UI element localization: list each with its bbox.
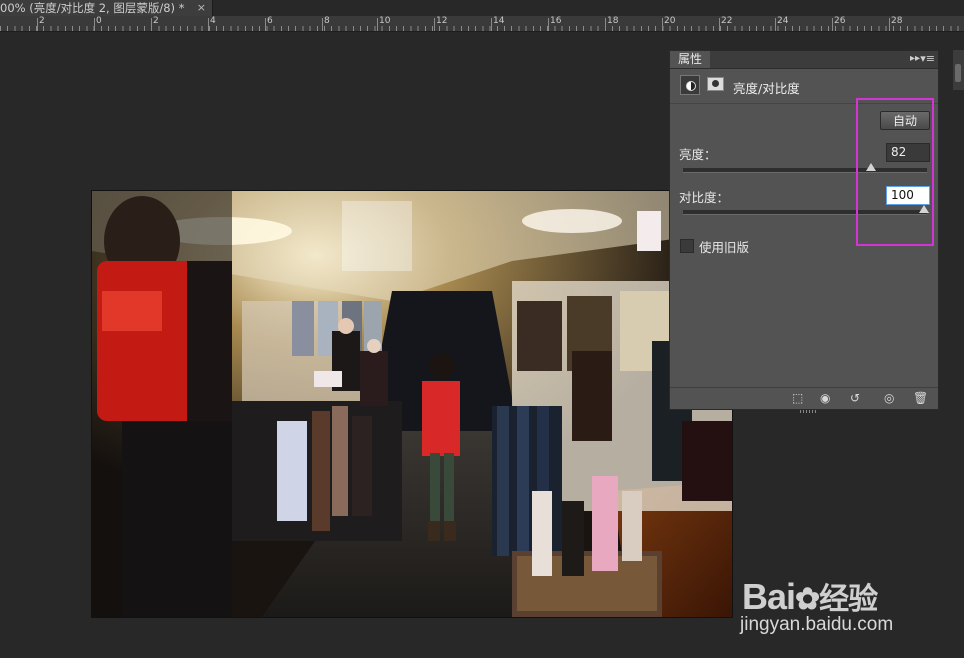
- ruler-major-tick: [832, 18, 833, 31]
- adjustment-title: 亮度/对比度: [733, 81, 800, 96]
- ruler-major-tick: [434, 18, 435, 31]
- ruler-major-tick: [719, 18, 720, 31]
- ruler-major-tick: [548, 18, 549, 31]
- panel-menu-icon[interactable]: ▾≡: [920, 52, 935, 65]
- paw-icon: ✿: [795, 583, 820, 616]
- properties-panel: 属性 ▸▸ ▾≡ 亮度/对比度 自动 亮度： 82 对比度： 100 使用旧版 …: [669, 50, 939, 413]
- ruler-major-tick: [322, 18, 323, 31]
- reset-icon[interactable]: ↺: [850, 391, 860, 405]
- tab-properties[interactable]: 属性: [670, 51, 711, 68]
- ruler-major-tick: [889, 18, 890, 31]
- annotation-highlight-box: [856, 98, 934, 246]
- ruler-ticks: [0, 26, 964, 31]
- visibility-eye-icon[interactable]: ◎: [884, 391, 894, 405]
- collapse-panel-icon[interactable]: ▸▸: [910, 53, 920, 64]
- panel-dock-scrollbar[interactable]: [953, 50, 964, 90]
- baidu-watermark-logo: Bai✿经验: [742, 574, 878, 618]
- use-legacy-label: 使用旧版: [699, 240, 750, 255]
- use-legacy-checkbox[interactable]: [680, 239, 694, 253]
- document-tab[interactable]: 00% (亮度/对比度 2, 图层蒙版/8) * ×: [0, 0, 213, 16]
- ruler-major-tick: [662, 18, 663, 31]
- ruler-label: 22: [721, 16, 733, 26]
- ruler-label: 18: [607, 16, 619, 26]
- ruler-label: 0: [96, 16, 102, 26]
- close-tab-icon[interactable]: ×: [197, 0, 206, 16]
- layer-mask-icon[interactable]: [707, 77, 724, 91]
- panel-footer: ⬚ ◉ ↺ ◎ 🗑: [670, 387, 938, 413]
- ruler-major-tick: [94, 18, 95, 31]
- ruler-label: 20: [664, 16, 676, 26]
- ruler-label: 12: [436, 16, 448, 26]
- ruler-label: 14: [493, 16, 505, 26]
- view-previous-state-icon[interactable]: ◉: [820, 391, 830, 405]
- canvas-image[interactable]: [92, 191, 732, 617]
- ruler-major-tick: [37, 18, 38, 31]
- ruler-major-tick: [208, 18, 209, 31]
- ruler-label: 28: [891, 16, 903, 26]
- ruler-label: 6: [267, 16, 273, 26]
- market-photo: [92, 191, 732, 617]
- trash-icon[interactable]: 🗑: [913, 391, 928, 405]
- ruler-label: 16: [550, 16, 562, 26]
- ruler-major-tick: [775, 18, 776, 31]
- ruler-label: 4: [210, 16, 216, 26]
- ruler-label: 26: [834, 16, 846, 26]
- brightness-contrast-adjustment-icon[interactable]: [680, 75, 700, 95]
- horizontal-ruler: 2 0 2 4 6 8 10 12 14 16 18 20 22 24 26 2…: [0, 16, 964, 32]
- clip-to-layer-icon[interactable]: ⬚: [792, 391, 803, 405]
- ruler-major-tick: [377, 18, 378, 31]
- scrollbar-thumb[interactable]: [955, 64, 961, 82]
- watermark-brand: Bai: [742, 576, 796, 617]
- watermark-brand-suffix: 经验: [819, 583, 878, 616]
- ruler-label: 2: [39, 16, 45, 26]
- ruler-label: 24: [777, 16, 789, 26]
- ruler-label: 2: [153, 16, 159, 26]
- panel-resize-grip[interactable]: [800, 410, 816, 413]
- ruler-label: 10: [379, 16, 391, 26]
- ruler-major-tick: [491, 18, 492, 31]
- ruler-major-tick: [265, 18, 266, 31]
- ruler-major-tick: [151, 18, 152, 31]
- ruler-major-tick: [605, 18, 606, 31]
- brightness-label: 亮度：: [679, 147, 717, 162]
- watermark-url: jingyan.baidu.com: [740, 614, 894, 635]
- ruler-label: 8: [324, 16, 330, 26]
- panel-tabbar: 属性 ▸▸ ▾≡: [670, 51, 938, 69]
- document-tab-title: 00% (亮度/对比度 2, 图层蒙版/8) *: [0, 1, 185, 15]
- contrast-label: 对比度：: [679, 190, 730, 205]
